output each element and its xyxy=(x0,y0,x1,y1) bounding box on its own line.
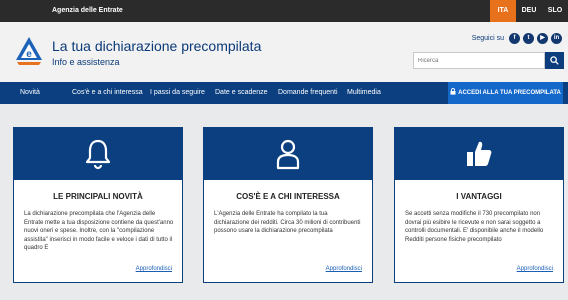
svg-text:e: e xyxy=(26,49,32,60)
card-header xyxy=(204,128,372,180)
search-icon xyxy=(550,56,559,65)
top-bar: Agenzia delle Entrate ITA DEU SLO xyxy=(0,0,568,22)
social-links: Seguici su f t ▶ in xyxy=(472,33,562,44)
language-selector: ITA DEU SLO xyxy=(490,0,568,22)
lock-icon xyxy=(450,88,456,95)
nav-domande[interactable]: Domande frequenti xyxy=(278,82,338,104)
twitter-icon[interactable]: t xyxy=(523,33,534,44)
card-cos-e: COS'È E A CHI INTERESSA L'Agenzia delle … xyxy=(203,127,373,283)
nav-date-scadenze[interactable]: Date e scadenze xyxy=(215,82,268,104)
card-link[interactable]: Approfondisci xyxy=(136,266,172,272)
nav-passi[interactable]: I passi da seguire xyxy=(150,82,205,104)
card-link[interactable]: Approfondisci xyxy=(326,266,362,272)
agency-link[interactable]: Agenzia delle Entrate xyxy=(52,0,123,22)
youtube-icon[interactable]: ▶ xyxy=(537,33,548,44)
nav-cos-e[interactable]: Cos'è e a chi interessa xyxy=(72,82,143,104)
card-vantaggi: I VANTAGGI Se accetti senza modifiche il… xyxy=(394,127,564,283)
nav-novita[interactable]: Novità xyxy=(20,82,40,104)
card-header xyxy=(14,128,182,180)
search-button[interactable] xyxy=(545,52,564,69)
lang-deu[interactable]: DEU xyxy=(516,0,542,22)
social-label: Seguici su xyxy=(471,35,504,42)
access-label: ACCEDI ALLA TUA PRECOMPILATA xyxy=(458,90,561,96)
page-subtitle: Info e assistenza xyxy=(52,57,120,67)
card-title: LE PRINCIPALI NOVITÀ xyxy=(53,192,143,201)
card-header xyxy=(395,128,563,180)
lang-slo[interactable]: SLO xyxy=(542,0,568,22)
lang-ita[interactable]: ITA xyxy=(490,0,516,22)
card-text: L'Agenzia delle Entrate ha compilato la … xyxy=(214,211,361,234)
card-novita: LE PRINCIPALI NOVITÀ La dichiarazione pr… xyxy=(13,127,183,283)
facebook-icon[interactable]: f xyxy=(509,33,520,44)
thumbs-up-icon xyxy=(467,141,492,166)
card-title: COS'È E A CHI INTERESSA xyxy=(236,192,340,201)
card-text: Se accetti senza modifiche il 730 precom… xyxy=(405,211,544,243)
card-text: La dichiarazione precompilata che l'Agen… xyxy=(24,211,174,251)
agency-logo[interactable]: e xyxy=(14,36,44,66)
card-title: I VANTAGGI xyxy=(456,192,502,201)
linkedin-icon[interactable]: in xyxy=(551,33,562,44)
page-title: La tua dichiarazione precompilata xyxy=(52,38,262,54)
search-input[interactable] xyxy=(413,52,545,69)
card-link[interactable]: Approfondisci xyxy=(517,266,553,272)
bell-icon xyxy=(85,139,111,170)
nav-multimedia[interactable]: Multimedia xyxy=(347,82,381,104)
person-icon xyxy=(276,139,300,170)
access-precompilata-button[interactable]: ACCEDI ALLA TUA PRECOMPILATA xyxy=(448,82,563,104)
